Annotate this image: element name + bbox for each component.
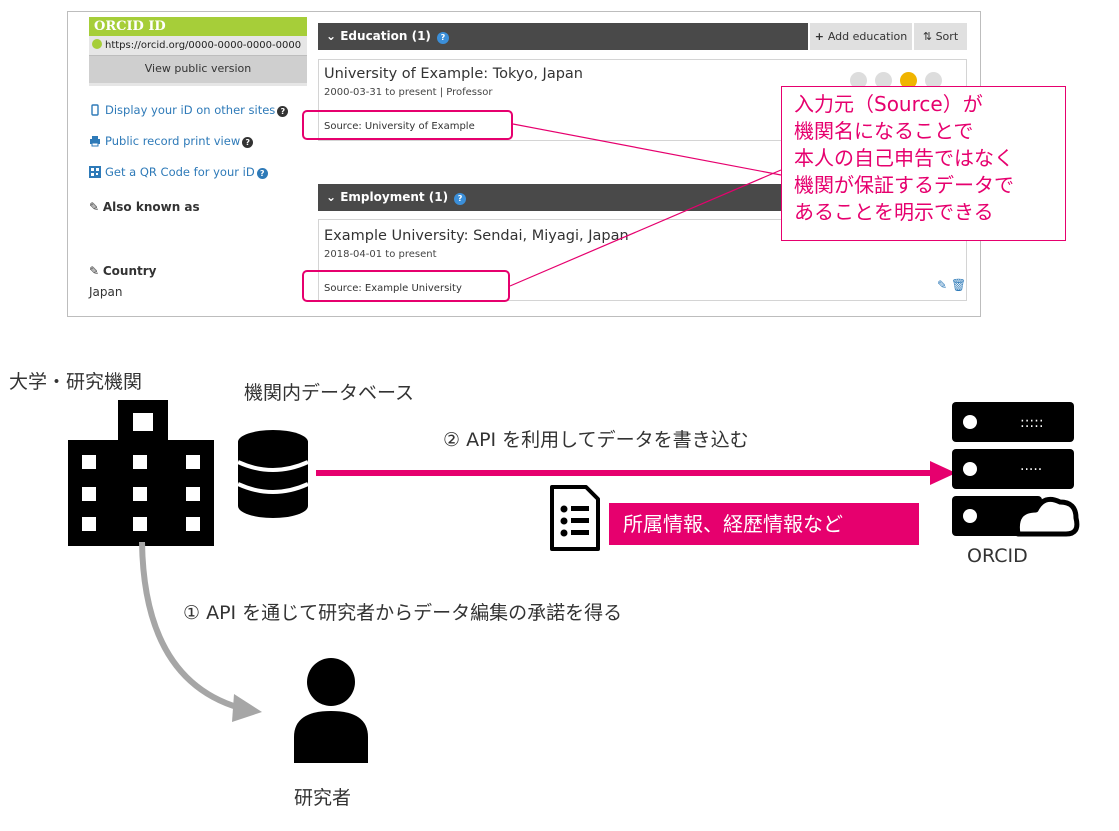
svg-text:·····: ····· <box>1020 462 1042 478</box>
server-cloud-icon: ::::: ····· <box>952 402 1080 537</box>
consent-arrow <box>139 541 262 722</box>
data-types-badge: 所属情報、経歴情報など <box>609 503 919 545</box>
orcid-label: ORCID <box>967 545 1028 567</box>
researcher-label: 研究者 <box>294 787 352 809</box>
employment-connector-line <box>509 169 782 287</box>
database-icon <box>237 430 309 518</box>
callout-line-2: 機関名になることで <box>794 119 974 143</box>
institution-label: 大学・研究機関 <box>9 371 143 393</box>
source-callout: 入力元（Source）が 機関名になることで 本人の自己申告ではなく 機関が保証… <box>781 86 1066 241</box>
callout-line-4: 機関が保証するデータで <box>794 173 1014 197</box>
callout-line-3: 本人の自己申告ではなく <box>794 146 1014 170</box>
write-data-arrow <box>316 461 956 485</box>
document-list-icon <box>550 485 600 551</box>
database-label: 機関内データベース <box>244 382 415 404</box>
step2-label: ② API を利用してデータを書き込む <box>443 429 749 451</box>
callout-line-5: あることを明示できる <box>794 200 994 224</box>
svg-text::::::: ::::: <box>1020 415 1044 431</box>
building-icon <box>68 400 214 546</box>
researcher-person-icon <box>294 658 368 763</box>
education-connector-line <box>512 123 782 176</box>
callout-line-1: 入力元（Source）が <box>794 92 983 116</box>
